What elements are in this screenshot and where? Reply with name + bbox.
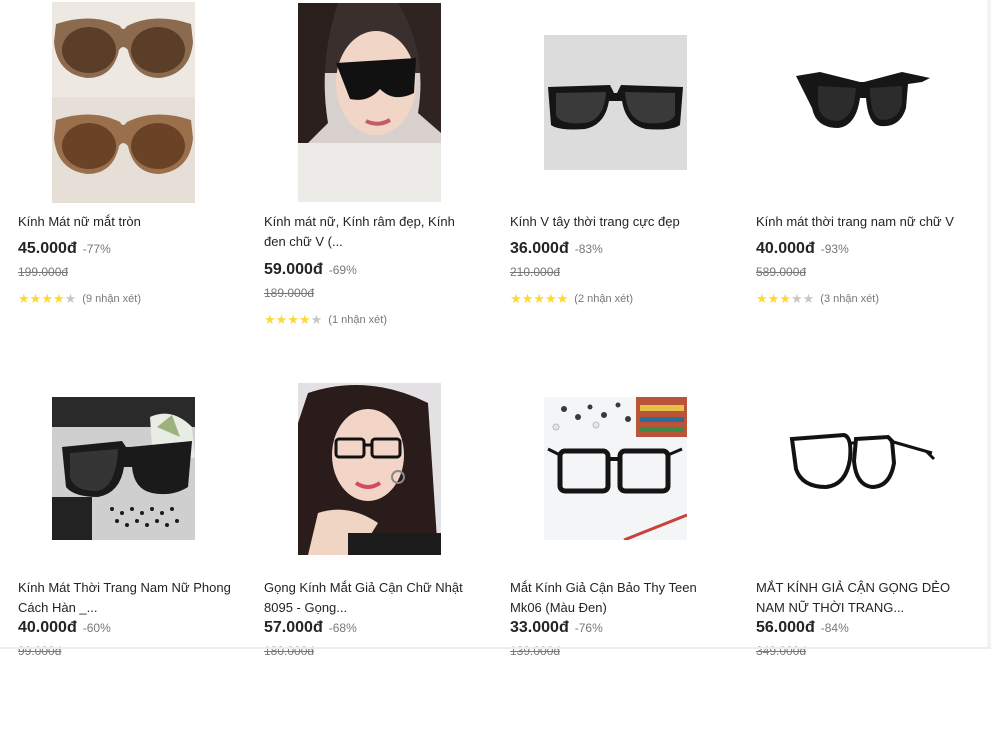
original-price: 589.000đ <box>756 265 807 279</box>
product-image[interactable] <box>738 0 984 205</box>
star-icon: ★ <box>802 291 815 306</box>
product-name[interactable]: Kính mát thời trang nam nữ chữ V <box>756 212 971 232</box>
star-rating: ★ ★ ★ ★ ★ <box>18 292 76 305</box>
product-name[interactable]: Mắt Kính Giả Cận Bảo Thy Teen Mk06 (Màu … <box>510 578 725 618</box>
star-icon: ★ <box>544 291 557 306</box>
product-name[interactable]: Gọng Kính Mắt Giả Cận Chữ Nhật 8095 - Gọ… <box>264 578 479 618</box>
current-price: 56.000đ <box>756 619 815 636</box>
price-line: 45.000đ -77% <box>18 240 111 258</box>
review-count[interactable]: (3 nhận xét) <box>820 293 879 305</box>
discount-badge: -60% <box>82 621 111 635</box>
discount-badge: -68% <box>328 621 357 635</box>
price-line: 57.000đ -68% <box>264 619 357 637</box>
discount-badge: -76% <box>574 621 603 635</box>
star-icon: ★ <box>64 291 77 306</box>
price-line: 36.000đ -83% <box>510 240 603 258</box>
star-rating: ★ ★ ★ ★ ★ <box>510 292 568 305</box>
star-icon: ★ <box>275 312 288 327</box>
product-card[interactable]: Kính Mát Thời Trang Nam Nữ Phong Cách Hà… <box>0 366 246 736</box>
black-square-sunglasses-image <box>543 35 687 170</box>
woman-wearing-glasses-image <box>297 382 441 555</box>
original-price: 199.000đ <box>18 265 69 279</box>
two-brown-round-sunglasses-image <box>51 2 195 203</box>
review-count[interactable]: (9 nhận xét) <box>82 293 141 305</box>
price-line: 56.000đ -84% <box>756 619 849 637</box>
price-line: 33.000đ -76% <box>510 619 603 637</box>
discount-badge: -69% <box>328 263 357 277</box>
product-image[interactable] <box>246 0 492 205</box>
star-icon: ★ <box>18 291 30 306</box>
black-rectangle-glasses-image <box>786 428 936 509</box>
product-card[interactable]: Kính mát thời trang nam nữ chữ V 40.000đ… <box>738 0 984 370</box>
product-image[interactable] <box>492 0 738 205</box>
star-icon: ★ <box>767 291 780 306</box>
black-frame-glasses-on-table-image <box>543 397 687 540</box>
star-icon: ★ <box>29 291 42 306</box>
star-icon: ★ <box>790 291 803 306</box>
current-price: 57.000đ <box>264 619 323 636</box>
star-rating: ★ ★ ★ ★ ★ <box>756 292 814 305</box>
star-icon: ★ <box>287 312 299 327</box>
product-name[interactable]: MẮT KÍNH GIẢ CẬN GỌNG DẺO NAM NỮ THỜI TR… <box>756 578 971 618</box>
page-edge-shadow <box>987 0 991 649</box>
product-image[interactable] <box>492 366 738 571</box>
star-icon: ★ <box>556 291 569 306</box>
current-price: 59.000đ <box>264 261 323 278</box>
review-count[interactable]: (1 nhận xét) <box>328 314 387 326</box>
product-name[interactable]: Kính mát nữ, Kính râm đẹp, Kính đen chữ … <box>264 212 479 252</box>
star-icon: ★ <box>264 312 276 327</box>
product-card[interactable]: Kính mát nữ, Kính râm đẹp, Kính đen chữ … <box>246 0 492 370</box>
star-icon: ★ <box>41 291 53 306</box>
product-card[interactable]: Kính Mát nữ mắt tròn 45.000đ -77% 199.000… <box>0 0 246 370</box>
star-icon: ★ <box>52 291 65 306</box>
star-icon: ★ <box>779 291 791 306</box>
product-image[interactable] <box>738 366 984 571</box>
rating: ★ ★ ★ ★ ★ (1 nhận xét) <box>264 313 387 326</box>
star-icon: ★ <box>756 291 768 306</box>
star-icon: ★ <box>310 312 323 327</box>
rating: ★ ★ ★ ★ ★ (9 nhận xét) <box>18 292 141 305</box>
current-price: 33.000đ <box>510 619 569 636</box>
product-grid: Kính Mát nữ mắt tròn 45.000đ -77% 199.000… <box>0 0 991 658</box>
product-image[interactable] <box>246 366 492 571</box>
price-line: 59.000đ -69% <box>264 261 357 279</box>
product-card[interactable]: MẮT KÍNH GIẢ CẬN GỌNG DẺO NAM NỮ THỜI TR… <box>738 366 984 736</box>
product-card[interactable]: Gọng Kính Mắt Giả Cận Chữ Nhật 8095 - Gọ… <box>246 366 492 736</box>
current-price: 40.000đ <box>18 619 77 636</box>
discount-badge: -93% <box>820 242 849 256</box>
star-icon: ★ <box>521 291 534 306</box>
product-card[interactable]: Kính V tây thời trang cực đẹp 36.000đ -83… <box>492 0 738 370</box>
sunglasses-with-case-image <box>51 397 195 540</box>
original-price: 210.000đ <box>510 265 561 279</box>
black-wayfarer-sunglasses-image <box>789 57 933 148</box>
discount-badge: -83% <box>574 242 603 256</box>
current-price: 36.000đ <box>510 240 569 257</box>
original-price: 189.000đ <box>264 286 315 300</box>
price-line: 40.000đ -93% <box>756 240 849 258</box>
product-name[interactable]: Kính Mát nữ mắt tròn <box>18 212 233 232</box>
product-image[interactable] <box>0 366 246 571</box>
review-count[interactable]: (2 nhận xét) <box>574 293 633 305</box>
star-rating: ★ ★ ★ ★ ★ <box>264 313 322 326</box>
rating: ★ ★ ★ ★ ★ (2 nhận xét) <box>510 292 633 305</box>
woman-wearing-sunglasses-image <box>297 3 441 202</box>
discount-badge: -84% <box>820 621 849 635</box>
star-icon: ★ <box>298 312 311 327</box>
product-name[interactable]: Kính V tây thời trang cực đẹp <box>510 212 725 232</box>
current-price: 45.000đ <box>18 240 77 257</box>
product-image[interactable] <box>0 0 246 205</box>
price-line: 40.000đ -60% <box>18 619 111 637</box>
product-card[interactable]: Mắt Kính Giả Cận Bảo Thy Teen Mk06 (Màu … <box>492 366 738 736</box>
rating: ★ ★ ★ ★ ★ (3 nhận xét) <box>756 292 879 305</box>
star-icon: ★ <box>533 291 545 306</box>
star-icon: ★ <box>510 291 522 306</box>
product-name[interactable]: Kính Mát Thời Trang Nam Nữ Phong Cách Hà… <box>18 578 233 618</box>
discount-badge: -77% <box>82 242 111 256</box>
current-price: 40.000đ <box>756 240 815 257</box>
